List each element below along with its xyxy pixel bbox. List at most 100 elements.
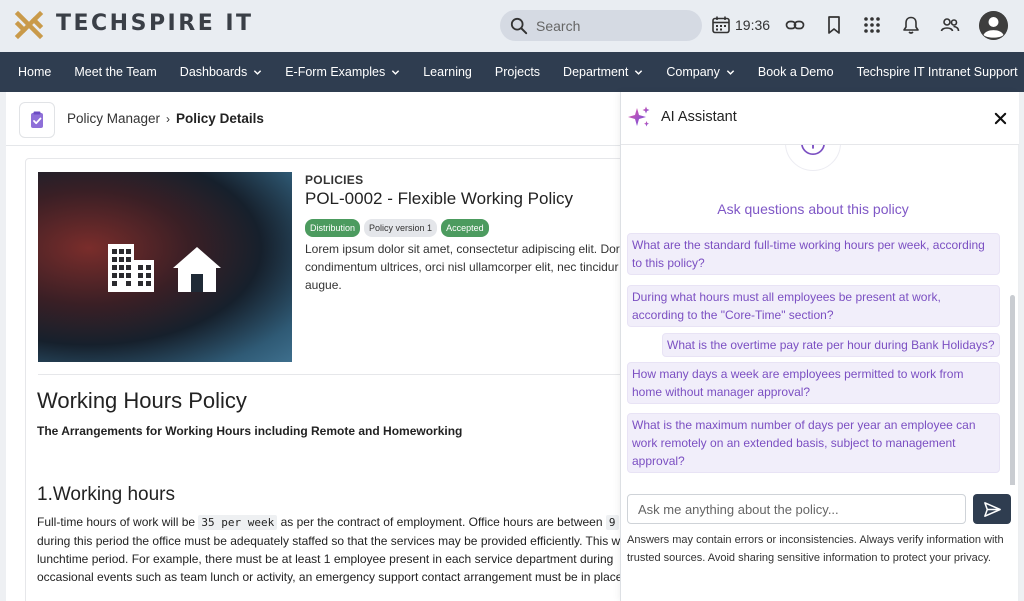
- suggested-question[interactable]: How many days a week are employees permi…: [627, 362, 1000, 404]
- nav-item-company[interactable]: Company: [666, 65, 735, 79]
- nav-item-label: Home: [18, 65, 52, 79]
- policy-heading: Working Hours Policy: [37, 388, 247, 413]
- techspire-logo-icon[interactable]: [14, 10, 44, 40]
- status-badge: Policy version 1: [364, 219, 438, 237]
- bell-icon[interactable]: [900, 14, 922, 36]
- suggested-question[interactable]: What are the standard full-time working …: [627, 233, 1000, 275]
- user-avatar-icon: [979, 11, 1008, 40]
- ai-question-input[interactable]: [627, 494, 966, 524]
- paragraph-line: occasional events such as team lunch or …: [37, 570, 620, 584]
- text-span: Full-time hours of work will be: [37, 515, 199, 529]
- policy-details-page: Policy Manager › Policy Details POLICIES…: [6, 92, 620, 601]
- policy-category: POLICIES: [305, 173, 364, 187]
- policy-badges: Distribution Policy version 1 Accepted: [305, 219, 489, 237]
- suggested-question-line: What is the maximum number of days per y…: [632, 418, 976, 432]
- breadcrumb-current: Policy Details: [176, 111, 264, 126]
- ai-prompt-heading: Ask questions about this policy: [717, 201, 909, 217]
- clock-time: 19:36: [735, 17, 771, 33]
- inline-code: 35 per week: [198, 515, 278, 530]
- suggested-question-line: work remotely on an extended basis, subj…: [632, 436, 956, 450]
- nav-item-dashboards[interactable]: Dashboards: [180, 65, 262, 79]
- search-icon: [510, 17, 528, 34]
- suggested-question-line: How many days a week are employees permi…: [632, 367, 964, 381]
- nav-item-department[interactable]: Department: [563, 65, 643, 79]
- nav-item-e-form-examples[interactable]: E-Form Examples: [285, 65, 400, 79]
- people-icon[interactable]: [939, 14, 961, 36]
- calendar-icon[interactable]: [710, 14, 732, 36]
- suggested-question-line: What is the overtime pay rate per hour d…: [667, 338, 995, 352]
- breadcrumb-bar: Policy Manager › Policy Details: [6, 92, 620, 146]
- house-icon: [173, 247, 221, 292]
- breadcrumb-separator: ›: [166, 111, 171, 126]
- suggested-question-line: What are the standard full-time working …: [632, 238, 985, 252]
- nav-item-projects[interactable]: Projects: [495, 65, 540, 79]
- suggested-question-line: home without manager approval?: [632, 385, 811, 399]
- apps-grid-icon[interactable]: [861, 14, 883, 36]
- nav-item-techspire-it-intranet-support[interactable]: Techspire IT Intranet Support: [857, 65, 1018, 79]
- nav-item-learning[interactable]: Learning: [423, 65, 472, 79]
- chevron-down-icon: [392, 69, 400, 75]
- policy-summary: Lorem ipsum dolor sit amet, consectetur …: [305, 240, 620, 294]
- office-building-icon: [108, 244, 154, 292]
- breadcrumb-parent-link[interactable]: Policy Manager: [67, 111, 160, 126]
- ai-panel-header: AI Assistant: [621, 92, 1019, 145]
- nav-item-label: Techspire IT Intranet Support: [856, 65, 1018, 79]
- nav-item-label: Meet the Team: [74, 65, 157, 79]
- close-panel-button[interactable]: [989, 107, 1011, 129]
- policy-manager-icon[interactable]: [19, 102, 55, 138]
- sparkle-icon: [628, 106, 650, 127]
- suggested-question[interactable]: What is the overtime pay rate per hour d…: [662, 333, 1000, 357]
- summary-line: condimentum ultrices, orci nisl ullamcor…: [305, 260, 619, 274]
- text-span: as per the contract of employment. Offic…: [277, 515, 606, 529]
- summary-line: Lorem ipsum dolor sit amet, consectetur …: [305, 242, 620, 256]
- link-icon[interactable]: [784, 14, 806, 36]
- card-divider: [38, 374, 620, 375]
- nav-item-label: Learning: [423, 65, 472, 79]
- ai-chat-area[interactable]: Ask questions about this policy What are…: [621, 145, 1019, 485]
- suggested-question[interactable]: During what hours must all employees be …: [627, 285, 1000, 327]
- nav-item-label: Department: [563, 65, 629, 79]
- ai-assistant-panel: AI Assistant Ask questions about this po…: [620, 92, 1019, 601]
- brand-name[interactable]: TECHSPIRE IT: [56, 11, 254, 36]
- policy-hero-image: [38, 172, 292, 362]
- user-avatar[interactable]: [979, 11, 1008, 40]
- search-input[interactable]: [536, 17, 686, 34]
- send-button[interactable]: [973, 494, 1011, 524]
- working-hours-paragraph: Full-time hours of work will be 35 per w…: [37, 513, 620, 586]
- ai-disclaimer: Answers may contain errors or inconsiste…: [627, 534, 1004, 564]
- suggested-question-line: to this policy?: [632, 256, 705, 270]
- suggested-question[interactable]: What is the maximum number of days per y…: [627, 413, 1000, 473]
- close-icon: [994, 112, 1006, 124]
- suggested-question-line: according to the "Core-Time" section?: [632, 308, 834, 322]
- policy-subheading: The Arrangements for Working Hours inclu…: [37, 424, 463, 438]
- status-badge: Distribution: [305, 219, 361, 237]
- summary-line: augue.: [305, 278, 342, 292]
- policy-title: POL-0002 - Flexible Working Policy: [305, 189, 574, 208]
- breadcrumb: Policy Manager › Policy Details: [67, 111, 264, 126]
- nav-item-label: Projects: [494, 65, 541, 79]
- chevron-down-icon: [726, 69, 735, 75]
- suggested-question-line: During what hours must all employees be …: [632, 290, 941, 304]
- nav-item-label: Dashboards: [179, 65, 248, 79]
- status-badge: Accepted: [441, 219, 489, 237]
- chat-scrollbar[interactable]: [1010, 295, 1015, 485]
- bookmark-icon[interactable]: [823, 14, 845, 36]
- top-header: TECHSPIRE IT 19:36: [0, 0, 1024, 52]
- search-box[interactable]: [500, 10, 702, 41]
- nav-item-label: Book a Demo: [757, 65, 834, 79]
- suggested-question-line: approval?: [632, 454, 685, 468]
- ai-panel-title: AI Assistant: [661, 109, 737, 125]
- nav-item-book-a-demo[interactable]: Book a Demo: [758, 65, 834, 79]
- send-icon: [983, 501, 1001, 517]
- main-nav: Home Meet the Team Dashboards E-Form Exampl…: [0, 52, 1024, 92]
- nav-item-meet-the-team[interactable]: Meet the Team: [74, 65, 156, 79]
- nav-item-label: Company: [666, 65, 720, 79]
- section-title: 1.Working hours: [37, 484, 175, 505]
- paragraph-line: lunchtime period. For example, there mus…: [37, 552, 614, 566]
- paragraph-line: Full-time hours of work will be 35 per w…: [37, 513, 620, 532]
- chevron-down-icon: [635, 69, 643, 75]
- chevron-down-icon: [254, 69, 262, 75]
- nav-item-home[interactable]: Home: [18, 65, 51, 79]
- info-icon: [785, 145, 841, 171]
- paragraph-line: during this period the office must be ad…: [37, 534, 620, 548]
